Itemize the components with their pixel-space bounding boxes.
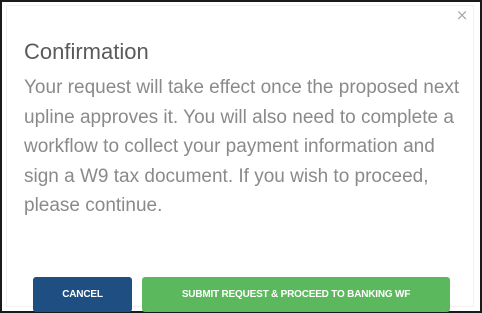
confirmation-dialog: × Confirmation Your request will take ef… [6,5,474,312]
screenshot-frame: × Confirmation Your request will take ef… [0,0,482,313]
dialog-actions: CANCEL SUBMIT REQUEST & PROCEED TO BANKI… [33,277,450,312]
dialog-message: Your request will take effect once the p… [24,77,460,216]
close-icon[interactable]: × [454,7,470,23]
cancel-button[interactable]: CANCEL [33,277,132,312]
submit-request-button[interactable]: SUBMIT REQUEST & PROCEED TO BANKING WF [142,277,450,312]
dialog-title: Confirmation [24,39,149,64]
